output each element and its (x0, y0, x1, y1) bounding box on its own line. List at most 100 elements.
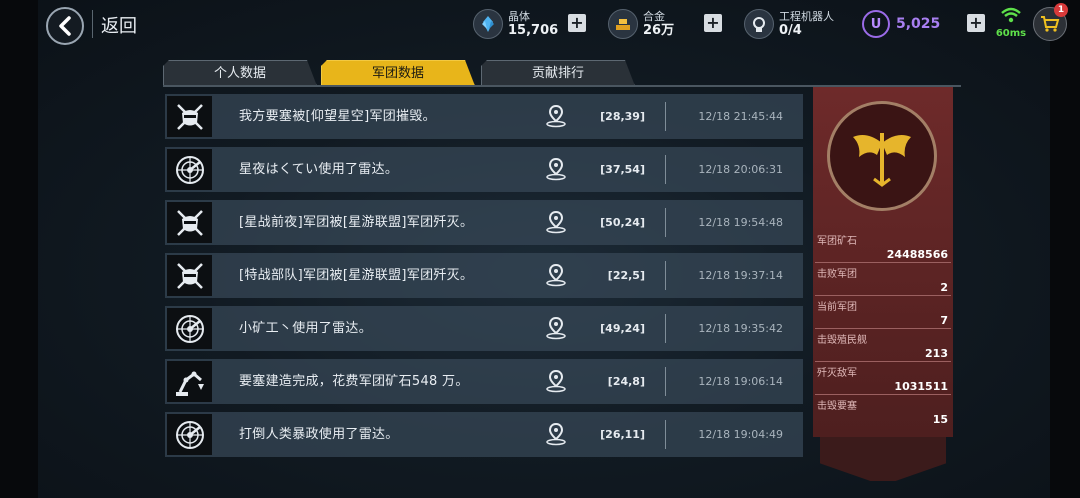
stat-value: 2 (940, 281, 948, 294)
legion-emblem-icon (827, 101, 937, 211)
robot-value: 0/4 (779, 23, 802, 38)
robot-icon (744, 9, 774, 39)
event-message: [特战部队]军团被[星游联盟]军团歼灭。 (239, 268, 474, 283)
wifi-icon (1001, 7, 1021, 23)
alloy-label: 合金 (643, 10, 665, 23)
back-label[interactable]: 返回 (101, 12, 137, 38)
robot-label: 工程机器人 (779, 10, 834, 23)
crystal-value: 15,706 (508, 23, 559, 38)
event-coordinates[interactable]: [22,5] (575, 253, 645, 298)
legion-destroyed-icon (167, 202, 212, 243)
add-alloy-button[interactable]: + (704, 14, 722, 32)
legion-banner-tail (820, 437, 946, 481)
stat-value: 1031511 (894, 380, 948, 393)
event-time: 12/18 19:04:49 (698, 428, 783, 441)
event-message: 小矿工丶使用了雷达。 (239, 321, 373, 336)
radar-icon (167, 149, 212, 190)
event-coordinates[interactable]: [37,54] (575, 147, 645, 192)
location-pin-icon[interactable] (545, 210, 567, 234)
stat-value: 213 (925, 347, 948, 360)
event-time: 12/18 19:35:42 (698, 322, 783, 335)
event-coordinates[interactable]: [50,24] (575, 200, 645, 245)
event-message: 星夜はくてい使用了雷达。 (239, 162, 399, 177)
list-item: 星夜はくてい使用了雷达。 [37,54] 12/18 20:06:31 (165, 147, 803, 192)
back-button[interactable] (46, 7, 84, 45)
ping-value: 60ms (995, 28, 1027, 39)
tab-contribution-ranking[interactable]: 贡献排行 (481, 60, 635, 86)
location-pin-icon[interactable] (545, 263, 567, 287)
event-time: 12/18 19:37:14 (698, 269, 783, 282)
stat-label: 军团矿石 (817, 236, 857, 247)
event-coordinates[interactable]: [24,8] (575, 359, 645, 404)
row-divider (665, 261, 666, 290)
event-time: 12/18 20:06:31 (698, 163, 783, 176)
u-coin-value: 5,025 (896, 16, 941, 32)
list-item: 要塞建造完成，花费军团矿石548 万。 [24,8] 12/18 19:06:1… (165, 359, 803, 404)
stat-divider (815, 295, 951, 296)
cart-icon (1041, 16, 1060, 32)
crystal-label: 晶体 (508, 10, 530, 23)
list-item: 我方要塞被[仰望星空]军团摧毁。 [28,39] 12/18 21:45:44 (165, 94, 803, 139)
stat-label: 歼灭敌军 (817, 368, 857, 379)
event-coordinates[interactable]: [26,11] (575, 412, 645, 457)
row-divider (665, 314, 666, 343)
event-message: [星战前夜]军团被[星游联盟]军团歼灭。 (239, 215, 474, 230)
stat-divider (815, 262, 951, 263)
construction-robot-icon (167, 361, 212, 402)
event-coordinates[interactable]: [28,39] (575, 94, 645, 139)
network-status: 60ms (993, 6, 1029, 42)
stat-label: 击毁殖民舰 (817, 335, 867, 346)
stat-label: 击毁要塞 (817, 401, 857, 412)
add-crystal-button[interactable]: + (568, 14, 586, 32)
event-time: 12/18 19:54:48 (698, 216, 783, 229)
stat-value: 15 (932, 413, 948, 426)
radar-icon (167, 414, 212, 455)
stat-label: 当前军团 (817, 302, 857, 313)
stat-value: 7 (940, 314, 948, 327)
list-item: [星战前夜]军团被[星游联盟]军团歼灭。 [50,24] 12/18 19:54… (165, 200, 803, 245)
location-pin-icon[interactable] (545, 316, 567, 340)
crystal-resource: 晶体 15,706 (473, 6, 558, 42)
location-pin-icon[interactable] (545, 369, 567, 393)
stat-value: 24488566 (886, 248, 948, 261)
tab-bar: 个人数据 军团数据 贡献排行 (163, 60, 961, 86)
chevron-left-icon (59, 16, 71, 36)
left-bezel (0, 0, 38, 498)
location-pin-icon[interactable] (545, 157, 567, 181)
list-item: 小矿工丶使用了雷达。 [49,24] 12/18 19:35:42 (165, 306, 803, 351)
stat-divider (815, 361, 951, 362)
alloy-resource: 合金 26万 (608, 6, 674, 42)
event-time: 12/18 19:06:14 (698, 375, 783, 388)
stat-divider (815, 328, 951, 329)
cart-badge: 1 (1054, 3, 1068, 17)
u-coin-resource: U 5,025 (862, 6, 940, 42)
event-message: 要塞建造完成，花费军团矿石548 万。 (239, 374, 469, 389)
event-time: 12/18 21:45:44 (698, 110, 783, 123)
crystal-icon (473, 9, 503, 39)
header-divider (92, 10, 93, 38)
row-divider (665, 208, 666, 237)
location-pin-icon[interactable] (545, 422, 567, 446)
u-coin-icon: U (862, 10, 890, 38)
tab-personal-data[interactable]: 个人数据 (163, 60, 317, 86)
right-bezel (1050, 0, 1080, 498)
event-message: 打倒人类暴政使用了雷达。 (239, 427, 399, 442)
alloy-value: 26万 (643, 23, 675, 38)
event-message: 我方要塞被[仰望星空]军团摧毁。 (239, 109, 436, 124)
tab-legion-data[interactable]: 军团数据 (321, 60, 475, 86)
stat-label: 击败军团 (817, 269, 857, 280)
row-divider (665, 155, 666, 184)
row-divider (665, 102, 666, 131)
radar-icon (167, 308, 212, 349)
list-item: [特战部队]军团被[星游联盟]军团歼灭。 [22,5] 12/18 19:37:… (165, 253, 803, 298)
event-coordinates[interactable]: [49,24] (575, 306, 645, 351)
stat-divider (815, 394, 951, 395)
location-pin-icon[interactable] (545, 104, 567, 128)
add-u-coin-button[interactable]: + (967, 14, 985, 32)
alloy-icon (608, 9, 638, 39)
row-divider (665, 420, 666, 449)
legion-destroyed-icon (167, 255, 212, 296)
robot-resource: 工程机器人 0/4 (744, 6, 834, 42)
legion-destroyed-icon (167, 96, 212, 137)
row-divider (665, 367, 666, 396)
